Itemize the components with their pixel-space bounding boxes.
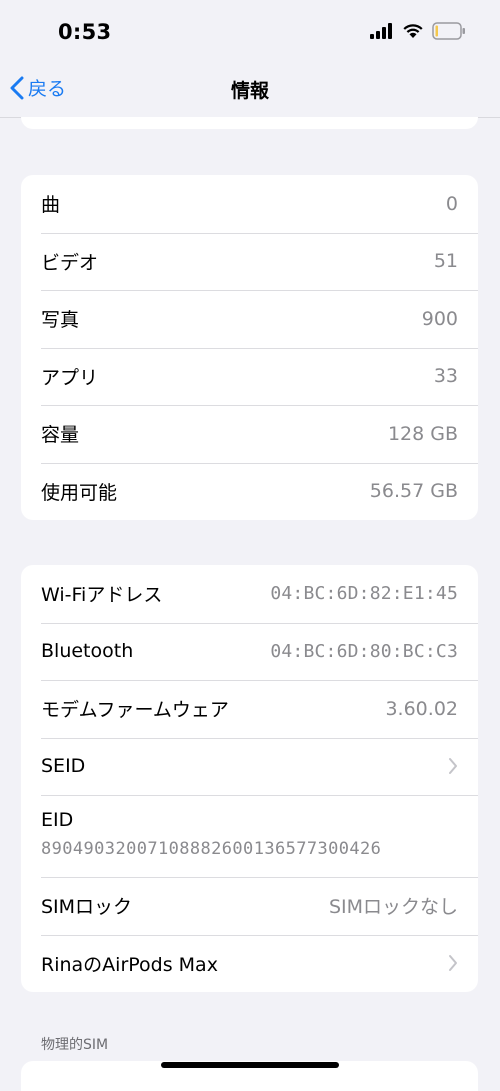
status-icons	[370, 22, 466, 40]
row-available: 使用可能 56.57 GB	[21, 462, 478, 521]
row-value: 89049032007108882600136577300426	[41, 839, 382, 859]
chevron-right-icon	[449, 955, 457, 972]
status-bar: 0:53	[0, 0, 500, 66]
row-value: 900	[421, 307, 458, 330]
row-value: 3.60.02	[385, 697, 458, 720]
home-indicator[interactable]	[161, 1062, 339, 1068]
row-value: 33	[433, 365, 458, 388]
row-modem-firmware[interactable]: モデムファームウェア 3.60.02	[21, 680, 478, 738]
status-time: 0:53	[58, 20, 112, 44]
row-sim-lock: SIMロック SIMロックなし	[21, 877, 478, 935]
row-songs: 曲 0	[21, 175, 478, 233]
row-label: ビデオ	[41, 251, 99, 274]
row-label: 曲	[41, 194, 61, 217]
row-value: 0	[445, 192, 458, 215]
row-value: SIMロックなし	[328, 896, 458, 919]
row-label: EID	[41, 809, 74, 831]
page-title: 情報	[230, 80, 269, 102]
wifi-icon	[403, 24, 423, 38]
row-videos: ビデオ 51	[21, 232, 478, 291]
network-info-group: Wi-Fiアドレス 04:BC:6D:82:E1:45 Bluetooth 04…	[21, 565, 478, 992]
row-label: 容量	[41, 424, 80, 447]
row-eid[interactable]: EID 89049032007108882600136577300426	[21, 795, 478, 877]
navigation-bar: 戻る 情報	[0, 66, 500, 118]
row-capacity: 容量 128 GB	[21, 405, 478, 463]
row-bluetooth[interactable]: Bluetooth 04:BC:6D:80:BC:C3	[21, 622, 478, 681]
row-seid[interactable]: SEID	[21, 737, 478, 796]
row-wifi-address[interactable]: Wi-Fiアドレス 04:BC:6D:82:E1:45	[21, 565, 478, 623]
cellular-signal-icon	[370, 23, 392, 39]
battery-icon	[432, 22, 465, 40]
row-label: Wi-Fiアドレス	[41, 584, 163, 607]
row-value: 04:BC:6D:82:E1:45	[270, 583, 458, 605]
row-label: 使用可能	[41, 481, 118, 504]
row-label: モデムファームウェア	[41, 699, 229, 722]
previous-group-edge	[21, 117, 478, 129]
row-label: 写真	[41, 309, 80, 332]
row-value: 56.57 GB	[369, 480, 458, 503]
row-label: RinaのAirPods Max	[41, 953, 218, 976]
row-value: 128 GB	[387, 422, 458, 445]
row-photos: 写真 900	[21, 290, 478, 348]
row-apps: アプリ 33	[21, 347, 478, 406]
row-value: 04:BC:6D:80:BC:C3	[270, 640, 458, 662]
physical-sim-section-header: 物理的SIM	[41, 1037, 109, 1053]
media-info-group: 曲 0 ビデオ 51 写真 900 アプリ 33 容量 128 GB 使用可能 …	[21, 175, 478, 520]
row-value: 51	[433, 250, 458, 273]
row-label: アプリ	[41, 366, 99, 389]
row-label: SEID	[41, 755, 86, 778]
row-label: Bluetooth	[41, 640, 134, 663]
chevron-right-icon	[449, 758, 457, 775]
row-airpods[interactable]: RinaのAirPods Max	[21, 934, 478, 993]
row-label: SIMロック	[41, 896, 133, 919]
